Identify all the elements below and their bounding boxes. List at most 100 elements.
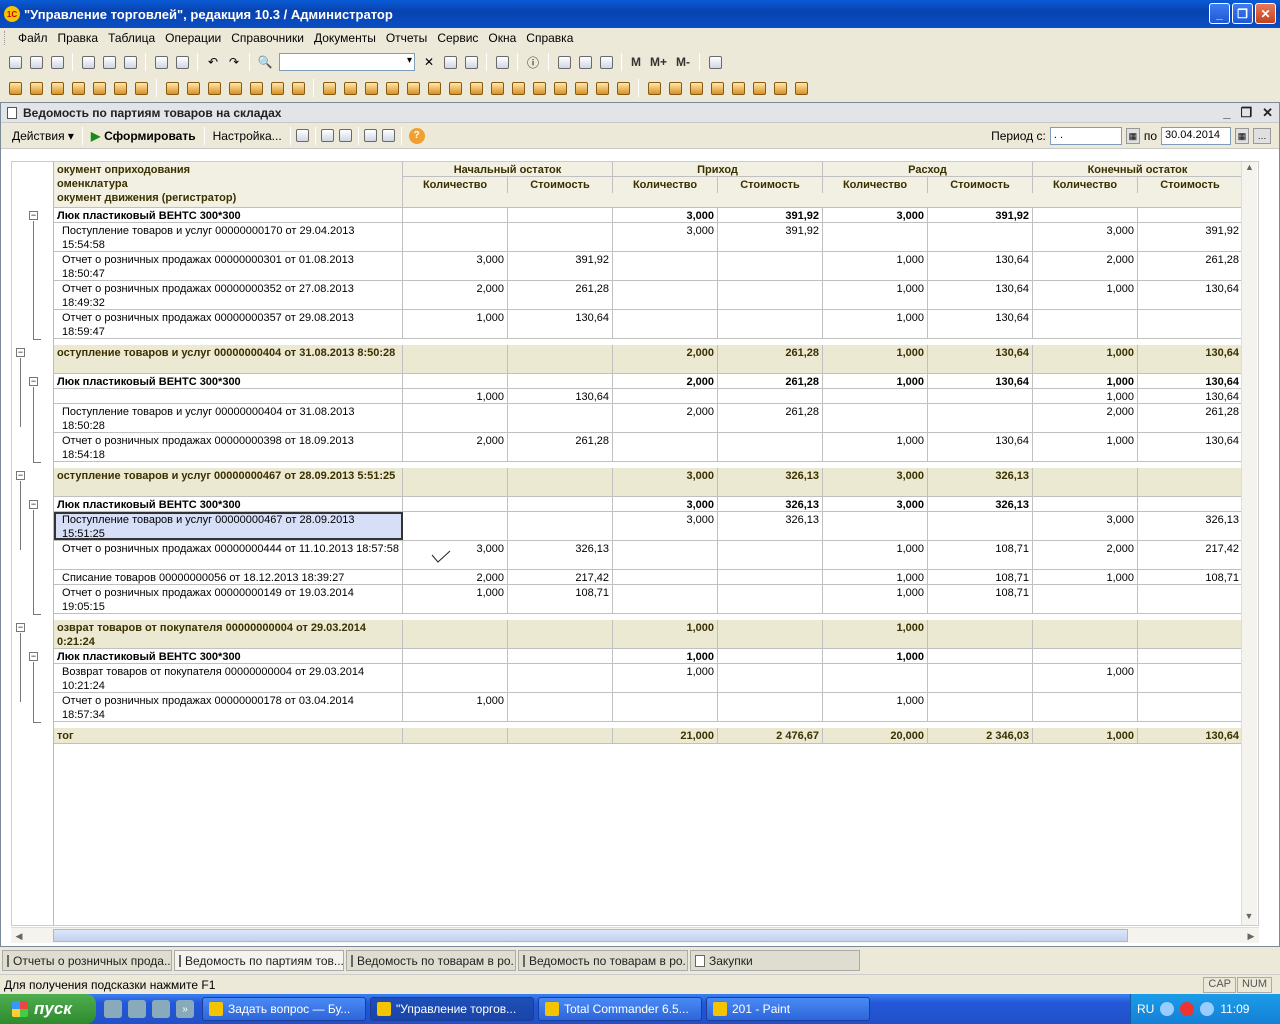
value-cell[interactable]: 1,000 xyxy=(403,585,508,613)
value-cell[interactable] xyxy=(1138,620,1243,648)
waybill-icon[interactable] xyxy=(509,79,527,97)
table-row[interactable]: Отчет о розничных продажах 00000000149 о… xyxy=(54,585,1243,614)
menu-documents[interactable]: Документы xyxy=(309,31,381,45)
value-cell[interactable] xyxy=(1138,649,1243,663)
value-cell[interactable] xyxy=(823,389,928,403)
excel-icon[interactable] xyxy=(614,79,632,97)
value-cell[interactable] xyxy=(403,728,508,743)
value-cell[interactable] xyxy=(928,620,1033,648)
table-row[interactable]: 1,000 130,64 1,000 130,64 xyxy=(54,389,1243,404)
value-cell[interactable] xyxy=(1138,310,1243,338)
value-cell[interactable] xyxy=(508,620,613,648)
group-row[interactable]: озврат товаров от покупателя 00000000004… xyxy=(54,620,1243,649)
row-label-cell[interactable]: Возврат товаров от покупателя 0000000000… xyxy=(54,664,403,692)
value-cell[interactable]: 130,64 xyxy=(928,374,1033,388)
value-cell[interactable]: 1,000 xyxy=(1033,570,1138,584)
value-cell[interactable] xyxy=(508,404,613,432)
row-label-cell[interactable]: тог xyxy=(54,728,403,743)
value-cell[interactable] xyxy=(403,468,508,496)
menu-help[interactable]: Справка xyxy=(521,31,578,45)
row-label-cell[interactable]: Списание товаров 00000000056 от 18.12.20… xyxy=(54,570,403,584)
row-label-cell[interactable]: Отчет о розничных продажах 00000000352 о… xyxy=(54,281,403,309)
print-preview-icon[interactable] xyxy=(173,53,191,71)
memory-minus-button[interactable]: M- xyxy=(673,55,693,69)
return-icon[interactable] xyxy=(205,79,223,97)
grid-icon[interactable] xyxy=(111,79,129,97)
row-label-cell[interactable]: Отчет о розничных продажах 00000000178 о… xyxy=(54,693,403,721)
value-cell[interactable] xyxy=(718,570,823,584)
value-cell[interactable] xyxy=(1138,585,1243,613)
value-cell[interactable]: 1,000 xyxy=(1033,433,1138,461)
value-cell[interactable]: 1,000 xyxy=(823,570,928,584)
value-cell[interactable]: 3,000 xyxy=(1033,512,1138,540)
value-cell[interactable]: 2,000 xyxy=(613,374,718,388)
collapse-icon[interactable] xyxy=(380,127,398,145)
value-cell[interactable]: 1,000 xyxy=(1033,374,1138,388)
value-cell[interactable]: 130,64 xyxy=(1138,728,1243,743)
search-icon[interactable]: 🔍 xyxy=(256,53,274,71)
new-doc-icon[interactable] xyxy=(6,53,24,71)
value-cell[interactable]: 217,42 xyxy=(1138,541,1243,569)
report-check-icon[interactable] xyxy=(792,79,810,97)
value-cell[interactable] xyxy=(403,497,508,511)
paste-icon[interactable] xyxy=(121,53,139,71)
table-row[interactable]: Поступление товаров и услуг 00000000467 … xyxy=(54,512,1243,541)
collapse-item-toggle[interactable]: − xyxy=(29,500,38,509)
inventory-icon[interactable] xyxy=(404,79,422,97)
scroll-right-icon[interactable]: ▶ xyxy=(1243,928,1259,944)
value-cell[interactable]: 326,13 xyxy=(508,541,613,569)
row-label-cell[interactable] xyxy=(54,389,403,403)
value-cell[interactable]: 1,000 xyxy=(823,693,928,721)
language-indicator[interactable]: RU xyxy=(1137,1002,1154,1016)
total-row[interactable]: тог 21,000 2 476,67 20,000 2 346,03 1,000 130,… xyxy=(54,728,1243,744)
period-from-field[interactable]: . . xyxy=(1049,127,1122,145)
value-cell[interactable] xyxy=(613,433,718,461)
value-cell[interactable]: 1,000 xyxy=(403,389,508,403)
row-label-cell[interactable]: Отчет о розничных продажах 00000000357 о… xyxy=(54,310,403,338)
value-cell[interactable] xyxy=(718,541,823,569)
undo-icon[interactable]: ↶ xyxy=(204,53,222,71)
close-button[interactable]: ✕ xyxy=(1255,3,1276,24)
value-cell[interactable] xyxy=(1033,585,1138,613)
value-cell[interactable] xyxy=(403,208,508,222)
value-cell[interactable]: 130,64 xyxy=(928,281,1033,309)
value-cell[interactable]: 261,28 xyxy=(718,374,823,388)
value-cell[interactable] xyxy=(928,404,1033,432)
bank-icon[interactable] xyxy=(247,79,265,97)
value-cell[interactable]: 130,64 xyxy=(1138,374,1243,388)
menu-service[interactable]: Сервис xyxy=(432,31,483,45)
value-cell[interactable] xyxy=(403,345,508,373)
windows-icon[interactable] xyxy=(493,53,511,71)
value-cell[interactable] xyxy=(1138,664,1243,692)
taskbar-firefox[interactable]: Задать вопрос — Бу... xyxy=(202,997,366,1021)
value-cell[interactable] xyxy=(403,223,508,251)
value-cell[interactable] xyxy=(1033,310,1138,338)
value-cell[interactable]: 391,92 xyxy=(718,223,823,251)
settings-button[interactable]: Настройка... xyxy=(208,129,287,143)
value-cell[interactable]: 261,28 xyxy=(508,281,613,309)
report-cash-icon[interactable] xyxy=(750,79,768,97)
table-row[interactable]: Поступление товаров и услуг 00000000404 … xyxy=(54,404,1243,433)
value-cell[interactable]: 261,28 xyxy=(1138,404,1243,432)
run-report-button[interactable]: ▶ Сформировать xyxy=(86,129,201,143)
quicklaunch-browser-icon[interactable] xyxy=(152,1000,170,1018)
receipt-icon[interactable] xyxy=(163,79,181,97)
transfer-icon[interactable] xyxy=(289,79,307,97)
value-cell[interactable] xyxy=(508,345,613,373)
cash-icon[interactable] xyxy=(268,79,286,97)
value-cell[interactable]: 1,000 xyxy=(823,345,928,373)
goods-write-off-icon[interactable] xyxy=(383,79,401,97)
value-cell[interactable] xyxy=(613,585,718,613)
value-cell[interactable] xyxy=(823,223,928,251)
value-cell[interactable] xyxy=(718,389,823,403)
table-row[interactable]: Отчет о розничных продажах 00000000352 о… xyxy=(54,281,1243,310)
value-cell[interactable]: 1,000 xyxy=(823,310,928,338)
value-cell[interactable] xyxy=(823,664,928,692)
tray-antivirus-icon[interactable] xyxy=(1180,1002,1195,1016)
open-icon[interactable] xyxy=(27,53,45,71)
find-prev-icon[interactable] xyxy=(462,53,480,71)
calendar-to-icon[interactable]: ▦ xyxy=(1235,128,1249,144)
report-debts-icon[interactable] xyxy=(729,79,747,97)
value-cell[interactable]: 108,71 xyxy=(928,570,1033,584)
value-cell[interactable] xyxy=(1138,468,1243,496)
